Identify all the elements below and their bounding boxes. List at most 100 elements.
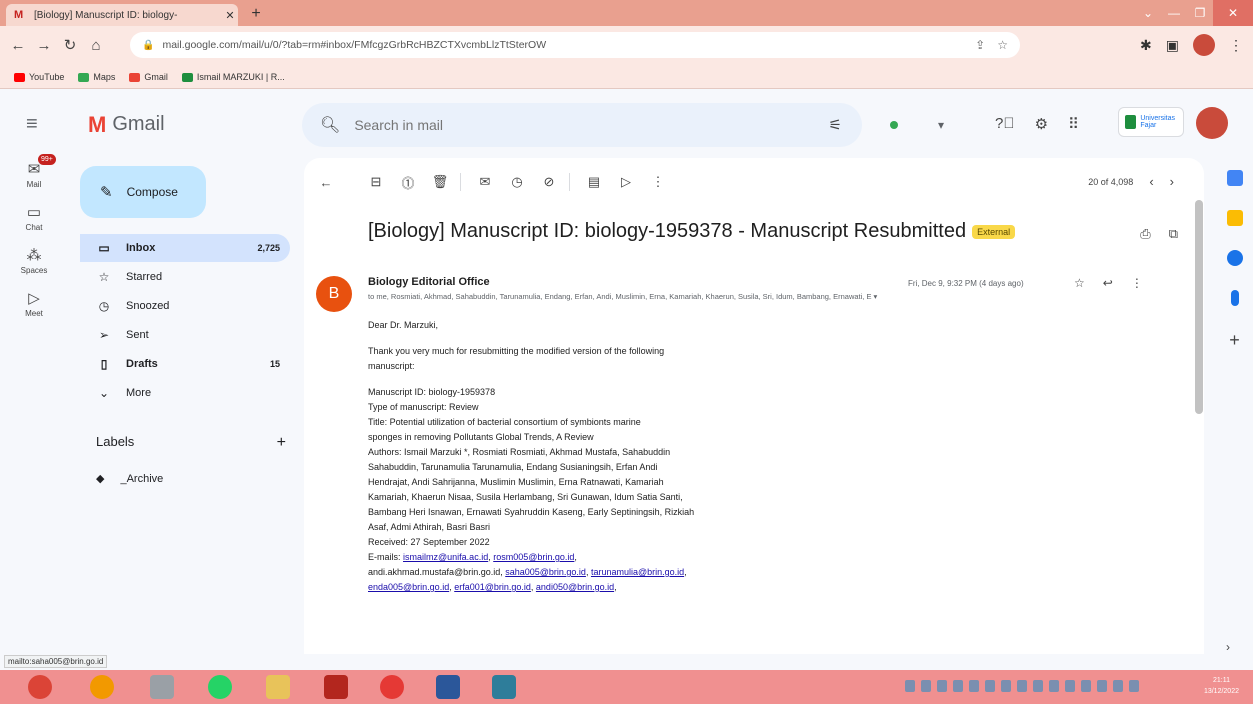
search-input[interactable] xyxy=(352,116,777,134)
delete-icon[interactable]: 🗑︎ xyxy=(426,174,454,190)
tab-search-icon[interactable]: ⌄ xyxy=(1135,6,1161,20)
mark-unread-icon[interactable]: ✉ xyxy=(471,174,499,190)
account-avatar[interactable] xyxy=(1196,107,1228,139)
file-explorer-icon[interactable] xyxy=(266,675,290,699)
calendar-icon[interactable] xyxy=(1226,170,1243,186)
label-archive[interactable]: ◆ _Archive xyxy=(96,472,163,486)
snooze-icon[interactable]: ◷ xyxy=(503,174,531,190)
profile-avatar[interactable] xyxy=(1193,34,1215,56)
nav-snoozed[interactable]: ◷ Snoozed xyxy=(80,292,290,320)
report-spam-icon[interactable]: ⓵ xyxy=(394,173,422,192)
app-icon[interactable] xyxy=(492,675,516,699)
email-link[interactable]: rosm005@brin.go.id xyxy=(493,552,574,562)
tray-icon[interactable] xyxy=(1065,680,1075,692)
more-options-icon[interactable]: ⋮ xyxy=(1131,276,1143,290)
forward-icon[interactable]: → xyxy=(34,36,54,56)
apps-grid-icon[interactable]: ⠿ xyxy=(1068,115,1079,133)
maximize-button[interactable]: ❐ xyxy=(1187,6,1213,20)
email-link[interactable]: ismailmz@unifa.ac.id xyxy=(403,552,488,562)
tray-icon[interactable] xyxy=(1097,680,1107,692)
address-bar[interactable]: 🔒 mail.google.com/mail/u/0/?tab=rm#inbox… xyxy=(130,32,1020,58)
back-icon[interactable]: ← xyxy=(8,36,28,56)
new-tab-button[interactable]: + xyxy=(246,4,266,24)
tray-icon[interactable] xyxy=(1129,680,1139,692)
tray-icon[interactable] xyxy=(905,680,915,692)
chrome-menu-icon[interactable]: ⋮ xyxy=(1229,37,1243,54)
status-selector[interactable]: ▾ xyxy=(876,113,976,137)
reload-icon[interactable]: ↻ xyxy=(60,36,80,56)
tab-close-icon[interactable]: ✕ xyxy=(222,9,238,22)
sidepanel-icon[interactable]: ▣ xyxy=(1166,37,1179,54)
bookmark-maps[interactable]: Maps xyxy=(78,72,115,82)
show-side-panel-icon[interactable]: › xyxy=(1226,640,1230,654)
sender-avatar[interactable]: B xyxy=(316,276,352,312)
email-link[interactable]: enda005@brin.go.id xyxy=(368,582,449,592)
extensions-icon[interactable]: ✱ xyxy=(1140,37,1152,54)
compose-button[interactable]: ✎ Compose xyxy=(80,166,206,218)
reply-icon[interactable]: ↩ xyxy=(1103,276,1113,290)
gmail-logo[interactable]: M Gmail xyxy=(88,113,165,136)
get-addons-icon[interactable]: + xyxy=(1216,330,1253,351)
label-as-icon[interactable]: ▷ xyxy=(612,174,640,190)
bookmark-profile[interactable]: Ismail MARZUKI | R... xyxy=(181,72,285,82)
tray-icon[interactable] xyxy=(921,680,931,692)
search-bar[interactable]: 🔍︎ ⚟ xyxy=(302,103,862,147)
older-chevron-icon[interactable]: › xyxy=(1170,174,1174,189)
archive-icon[interactable]: ⊟ xyxy=(362,174,390,190)
tray-icon[interactable] xyxy=(1113,680,1123,692)
whatsapp-app-icon[interactable] xyxy=(208,675,232,699)
nav-inbox[interactable]: ▭ Inbox 2,725 xyxy=(80,234,290,262)
share-icon[interactable]: ⇪ xyxy=(975,38,985,52)
lock-icon[interactable]: 🔒 xyxy=(142,40,154,51)
home-icon[interactable]: ⌂ xyxy=(86,36,106,56)
rail-chat[interactable]: ▭ Chat xyxy=(0,203,68,232)
browser-tab-active[interactable]: M [Biology] Manuscript ID: biology- ✕ xyxy=(6,4,238,26)
main-menu-icon[interactable]: ≡ xyxy=(26,113,38,136)
nav-starred[interactable]: ☆ Starred xyxy=(80,263,290,291)
tray-icon[interactable] xyxy=(937,680,947,692)
email-link[interactable]: andi050@brin.go.id xyxy=(536,582,614,592)
nav-drafts[interactable]: ▯ Drafts 15 xyxy=(80,350,290,378)
sender-name[interactable]: Biology Editorial Office xyxy=(368,276,490,288)
word-app-icon[interactable] xyxy=(436,675,460,699)
open-new-window-icon[interactable]: ⧉ xyxy=(1169,226,1178,242)
tray-icon[interactable] xyxy=(1033,680,1043,692)
help-icon[interactable]: ?⃝ xyxy=(995,115,1015,133)
tray-icon[interactable] xyxy=(1001,680,1011,692)
tray-icon[interactable] xyxy=(953,680,963,692)
rail-mail[interactable]: ✉ 99+ Mail xyxy=(0,154,68,189)
add-label-icon[interactable]: + xyxy=(277,434,286,452)
settings-gear-icon[interactable]: ⚙ xyxy=(1035,115,1048,133)
chrome-app-icon[interactable] xyxy=(28,675,52,699)
nav-sent[interactable]: ➢ Sent xyxy=(80,321,290,349)
nav-more[interactable]: ⌄ More xyxy=(80,379,290,407)
print-icon[interactable]: ⎙ xyxy=(1140,226,1150,242)
tray-icon[interactable] xyxy=(1049,680,1059,692)
star-icon[interactable]: ☆ xyxy=(1074,276,1085,290)
bookmark-star-icon[interactable]: ☆ xyxy=(997,38,1008,52)
taskbar-clock[interactable]: 21:11 13/12/2022 xyxy=(1204,675,1239,697)
opera-app-icon[interactable] xyxy=(380,675,404,699)
keep-icon[interactable] xyxy=(1226,210,1243,226)
tray-icon[interactable] xyxy=(1081,680,1091,692)
email-link[interactable]: tarunamulia@brin.go.id xyxy=(591,567,684,577)
tray-icon[interactable] xyxy=(1017,680,1027,692)
more-options-icon[interactable]: ⋮ xyxy=(644,174,672,190)
organization-badge[interactable]: Universitas Fajar xyxy=(1118,107,1184,137)
bookmark-gmail[interactable]: Gmail xyxy=(129,72,168,82)
move-to-icon[interactable]: ▤ xyxy=(580,174,608,190)
rail-spaces[interactable]: ⁂ Spaces xyxy=(0,246,68,275)
minimize-button[interactable]: — xyxy=(1161,6,1187,20)
tasks-icon[interactable] xyxy=(1226,250,1243,266)
email-link[interactable]: erfa001@brin.go.id xyxy=(454,582,531,592)
tray-icon[interactable] xyxy=(969,680,979,692)
people-app-icon[interactable] xyxy=(150,675,174,699)
newer-chevron-icon[interactable]: ‹ xyxy=(1149,174,1153,189)
bookmark-youtube[interactable]: YouTube xyxy=(14,72,64,82)
external-badge[interactable]: External xyxy=(972,224,1016,239)
contacts-icon[interactable] xyxy=(1230,290,1239,306)
close-window-button[interactable]: ✕ xyxy=(1213,0,1253,26)
message-scrollbar[interactable] xyxy=(1195,200,1203,414)
email-link[interactable]: saha005@brin.go.id xyxy=(505,567,586,577)
recipients-line[interactable]: to me, Rosmiati, Akhmad, Sahabuddin, Tar… xyxy=(368,292,1130,301)
